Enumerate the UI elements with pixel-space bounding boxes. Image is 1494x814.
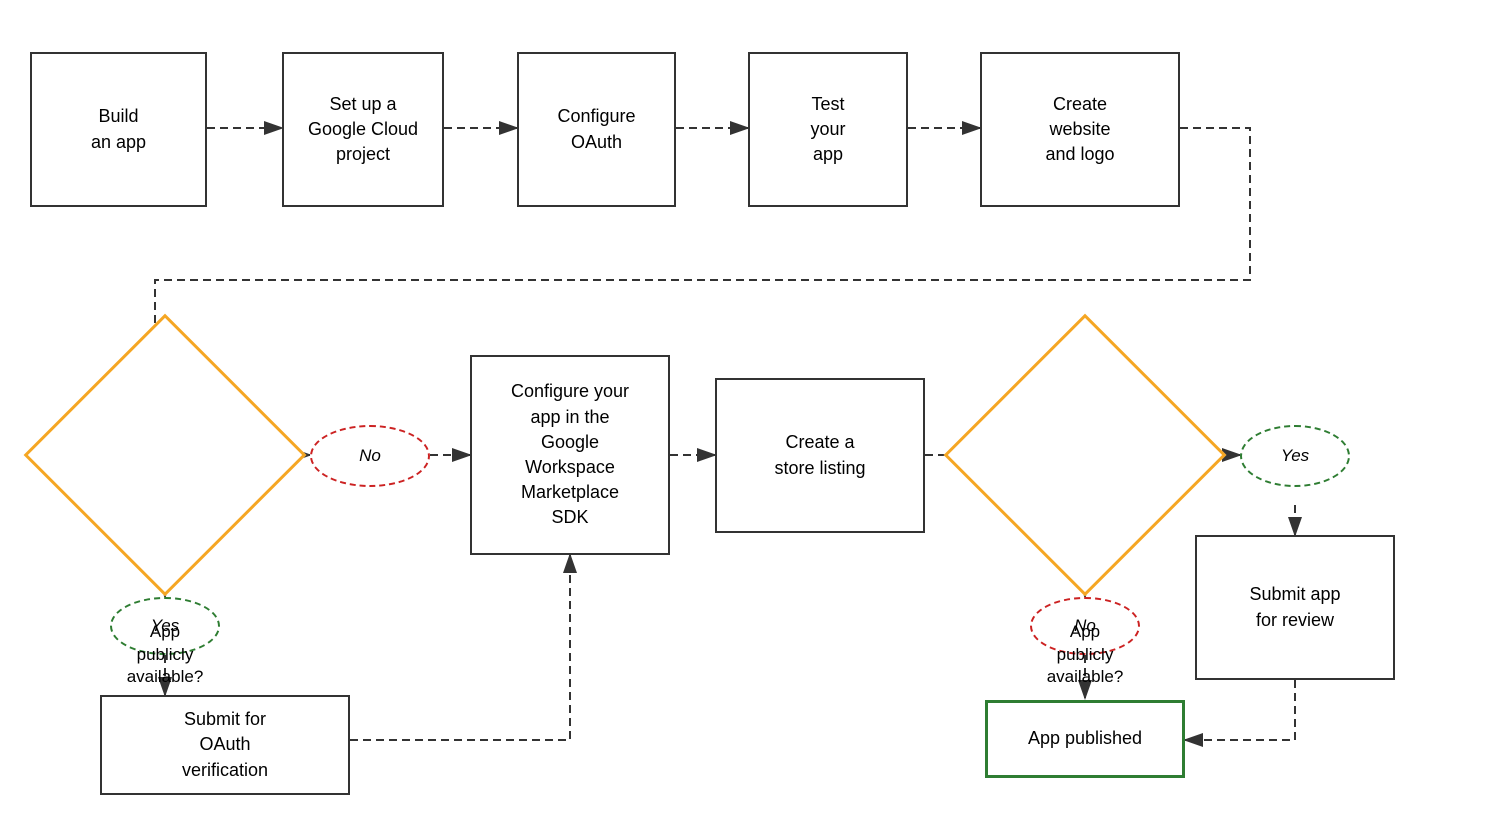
configure-marketplace-label: Configure your app in the Google Workspa…	[511, 379, 629, 530]
configure-oauth-label: Configure OAuth	[557, 104, 635, 154]
create-store-box: Create a store listing	[715, 378, 925, 533]
app-public-left-label: App publicly available?	[127, 621, 204, 690]
configure-oauth-box: Configure OAuth	[517, 52, 676, 207]
test-app-box: Test your app	[748, 52, 908, 207]
app-public-right-diamond: App publicly available?	[985, 355, 1185, 555]
setup-gcp-label: Set up a Google Cloud project	[308, 92, 418, 168]
create-website-label: Create website and logo	[1045, 92, 1114, 168]
build-app-box: Build an app	[30, 52, 207, 207]
yes-oval-right: Yes	[1240, 425, 1350, 487]
configure-marketplace-box: Configure your app in the Google Workspa…	[470, 355, 670, 555]
create-website-box: Create website and logo	[980, 52, 1180, 207]
app-public-left-diamond: App publicly available?	[65, 355, 265, 555]
yes-right-label: Yes	[1281, 446, 1309, 466]
app-public-right-label: App publicly available?	[1047, 621, 1124, 690]
submit-review-box: Submit app for review	[1195, 535, 1395, 680]
no-oval-left: No	[310, 425, 430, 487]
test-app-label: Test your app	[810, 92, 845, 168]
no-left-label: No	[359, 446, 381, 466]
create-store-label: Create a store listing	[774, 430, 865, 480]
submit-review-label: Submit app for review	[1249, 582, 1340, 632]
build-app-label: Build an app	[91, 104, 146, 154]
setup-gcp-box: Set up a Google Cloud project	[282, 52, 444, 207]
